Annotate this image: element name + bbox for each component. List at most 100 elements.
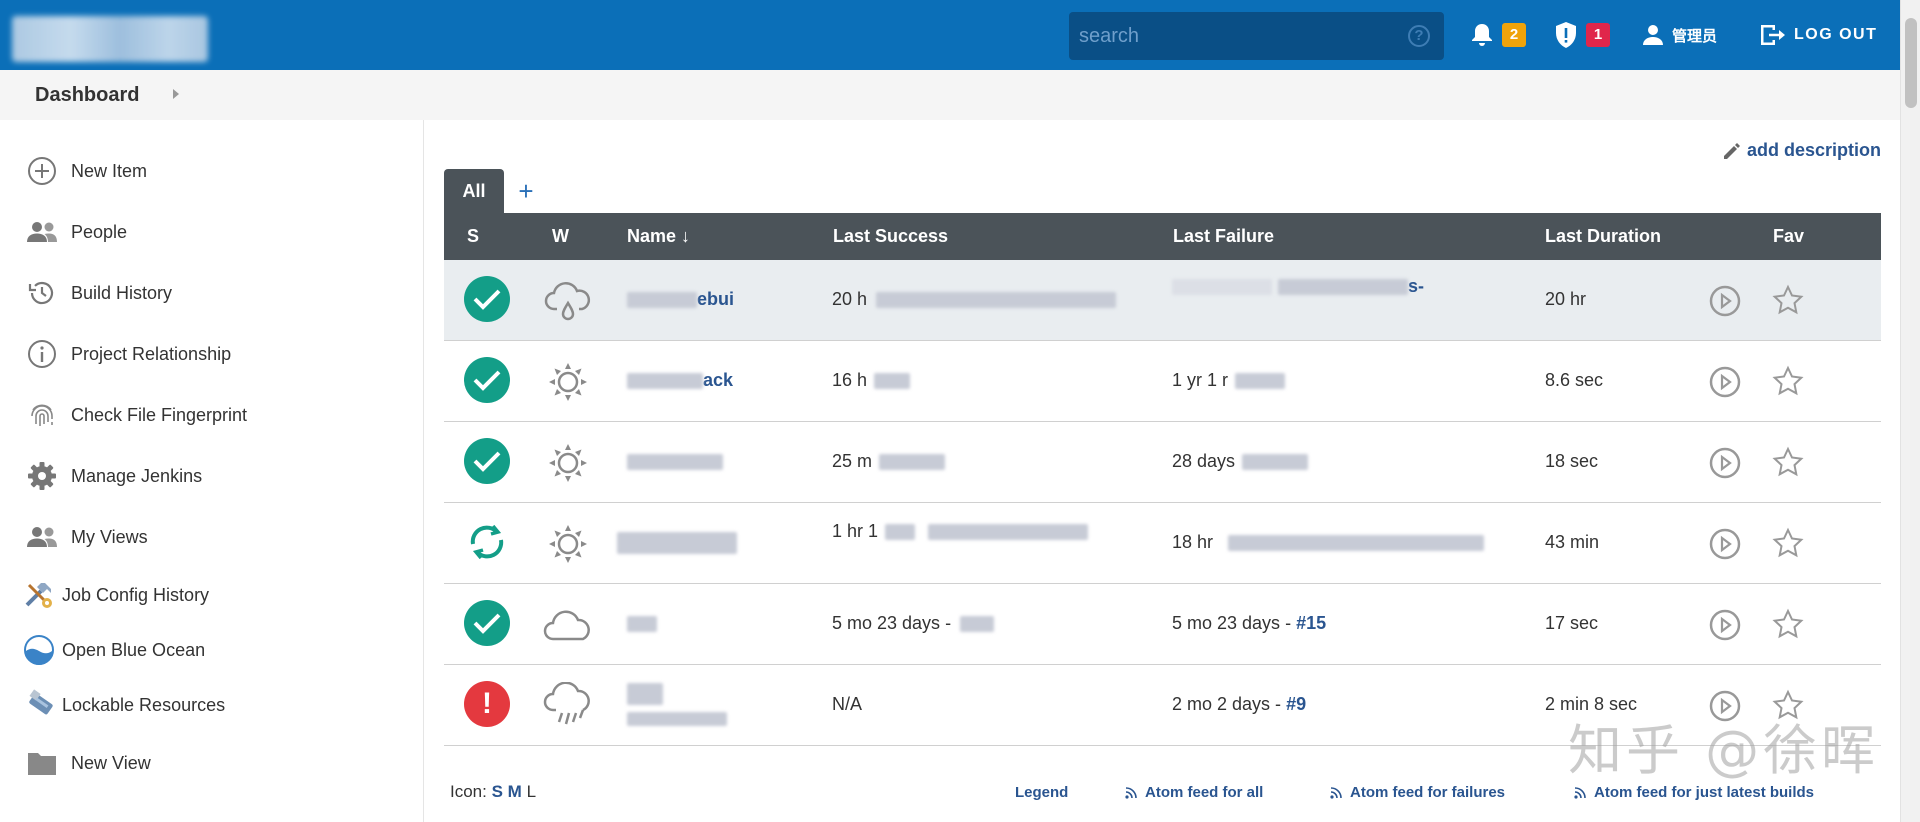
- last-failure-text: s-: [1408, 276, 1425, 296]
- last-success: 25 m: [832, 451, 946, 472]
- sunny-weather-icon[interactable]: [541, 355, 595, 409]
- scrollbar-thumb[interactable]: [1905, 18, 1917, 108]
- favorite-star-icon[interactable]: [1772, 527, 1804, 559]
- add-description-link[interactable]: add description: [1722, 140, 1881, 161]
- sidebar-item-new-item[interactable]: New Item: [25, 151, 147, 191]
- column-status[interactable]: S: [467, 226, 479, 247]
- cloudy-weather-icon[interactable]: [541, 598, 595, 652]
- sidebar-item-people[interactable]: People: [25, 212, 127, 252]
- tab-all[interactable]: All: [444, 169, 504, 213]
- sidebar-item-project-relationship[interactable]: Project Relationship: [25, 334, 231, 374]
- success-status-icon[interactable]: [464, 276, 510, 322]
- sidebar-item-job-config-history[interactable]: Job Config History: [22, 575, 209, 615]
- sidebar-item-my-views[interactable]: My Views: [25, 517, 148, 557]
- sidebar-item-label: Project Relationship: [71, 343, 232, 364]
- column-last-failure[interactable]: Last Failure: [1173, 226, 1274, 247]
- table-row: 25 m 28 days 18 sec: [444, 422, 1881, 503]
- icon-size-m[interactable]: M: [508, 782, 522, 801]
- notifications-button[interactable]: 2: [1470, 0, 1526, 70]
- help-icon[interactable]: ?: [1408, 25, 1430, 47]
- running-status-icon[interactable]: [462, 517, 512, 567]
- sidebar-item-label: New View: [71, 752, 151, 773]
- atom-feed-all-label: Atom feed for all: [1145, 784, 1264, 801]
- sidebar-item-label: Build History: [71, 282, 173, 303]
- breadcrumb-dashboard[interactable]: Dashboard: [35, 84, 139, 107]
- logout-button[interactable]: LOG OUT: [1758, 0, 1877, 70]
- job-name-link[interactable]: ack: [627, 370, 733, 391]
- column-last-success[interactable]: Last Success: [833, 226, 948, 247]
- gear-icon: [25, 459, 59, 493]
- favorite-star-icon[interactable]: [1772, 284, 1804, 316]
- icon-size-l: L: [526, 782, 537, 801]
- icon-size-s[interactable]: S: [492, 782, 503, 801]
- sunny-weather-icon[interactable]: [541, 517, 595, 571]
- history-icon: [25, 276, 59, 310]
- last-success-text: 1 hr 1: [832, 521, 879, 541]
- table-header: S W Name ↓ Last Success Last Failure Las…: [444, 213, 1881, 260]
- sidebar-item-lockable-resources[interactable]: Lockable Resources: [22, 685, 225, 725]
- sidebar-item-open-blue-ocean[interactable]: Open Blue Ocean: [22, 630, 205, 670]
- column-weather[interactable]: W: [552, 226, 569, 247]
- last-duration: 43 min: [1545, 532, 1600, 552]
- success-status-icon[interactable]: [464, 357, 510, 403]
- jenkins-logo[interactable]: [12, 16, 208, 62]
- atom-feed-failures-link[interactable]: Atom feed for failures: [1330, 784, 1505, 801]
- rain-weather-icon[interactable]: [541, 274, 595, 328]
- success-status-icon[interactable]: [464, 600, 510, 646]
- job-name-link[interactable]: [627, 613, 657, 634]
- sidebar-item-build-history[interactable]: Build History: [25, 273, 172, 313]
- user-menu[interactable]: 管理员: [1642, 0, 1717, 70]
- logout-icon: [1761, 25, 1785, 45]
- sidebar-item-manage-jenkins[interactable]: Manage Jenkins: [25, 456, 202, 496]
- job-name-link[interactable]: [617, 532, 737, 555]
- add-view-tab[interactable]: +: [504, 169, 548, 213]
- last-duration: 18 sec: [1545, 451, 1599, 471]
- search-input[interactable]: [1079, 12, 1399, 60]
- page-scrollbar[interactable]: [1900, 0, 1920, 822]
- last-failure[interactable]: s-: [1172, 276, 1424, 297]
- play-build-icon[interactable]: [1709, 528, 1741, 560]
- table-row: ack 16 h 1 yr 1 r 8.6 sec: [444, 341, 1881, 422]
- top-header: ? 2 1 管理员 LOG OUT: [0, 0, 1900, 70]
- failure-status-icon[interactable]: !: [464, 681, 510, 727]
- storm-weather-icon[interactable]: [541, 679, 595, 733]
- play-build-icon[interactable]: [1709, 609, 1741, 641]
- play-build-icon[interactable]: [1709, 285, 1741, 317]
- job-name-link[interactable]: [627, 451, 723, 472]
- breadcrumb: Dashboard: [0, 70, 1900, 120]
- legend-link[interactable]: Legend: [1015, 784, 1068, 801]
- column-name[interactable]: Name ↓: [627, 226, 690, 247]
- breadcrumb-chevron-icon[interactable]: [173, 89, 179, 99]
- column-last-duration[interactable]: Last Duration: [1545, 226, 1661, 247]
- last-duration: 8.6 sec: [1545, 370, 1604, 390]
- last-failure-build-link[interactable]: #15: [1296, 613, 1326, 633]
- favorite-star-icon[interactable]: [1772, 608, 1804, 640]
- atom-feed-all-link[interactable]: Atom feed for all: [1125, 784, 1263, 801]
- favorite-star-icon[interactable]: [1772, 365, 1804, 397]
- sidebar-item-label: Manage Jenkins: [71, 465, 203, 486]
- icon-size-selector: Icon: S M L: [450, 782, 536, 802]
- table-row: 5 mo 23 days - 5 mo 23 days - #15 17 sec: [444, 584, 1881, 665]
- job-name-link[interactable]: [627, 683, 727, 726]
- jobs-table: S W Name ↓ Last Success Last Failure Las…: [444, 213, 1881, 746]
- job-name-link[interactable]: ebui: [627, 289, 734, 310]
- last-success-text: 16 h: [832, 370, 868, 390]
- icon-size-label: Icon:: [450, 782, 487, 801]
- success-status-icon[interactable]: [464, 438, 510, 484]
- favorite-star-icon[interactable]: [1772, 446, 1804, 478]
- last-failure: 5 mo 23 days - #15: [1172, 613, 1326, 634]
- play-build-icon[interactable]: [1709, 447, 1741, 479]
- last-success-text: 5 mo 23 days -: [832, 613, 952, 633]
- sidebar-item-check-file-fingerprint[interactable]: Check File Fingerprint: [25, 395, 247, 435]
- table-row: 1 hr 1 18 hr 43 min: [444, 503, 1881, 584]
- play-build-icon[interactable]: [1709, 366, 1741, 398]
- last-failure-text: 5 mo 23 days -: [1172, 613, 1292, 633]
- sunny-weather-icon[interactable]: [541, 436, 595, 490]
- last-failure-text: 18 hr: [1172, 532, 1214, 552]
- last-failure: 18 hr: [1172, 532, 1485, 553]
- sidebar-item-new-view[interactable]: New View: [25, 743, 151, 783]
- column-fav[interactable]: Fav: [1773, 226, 1804, 247]
- security-alerts-button[interactable]: 1: [1554, 0, 1610, 70]
- last-failure-build-link[interactable]: #9: [1286, 694, 1306, 714]
- atom-feed-latest-link[interactable]: Atom feed for just latest builds: [1574, 784, 1814, 801]
